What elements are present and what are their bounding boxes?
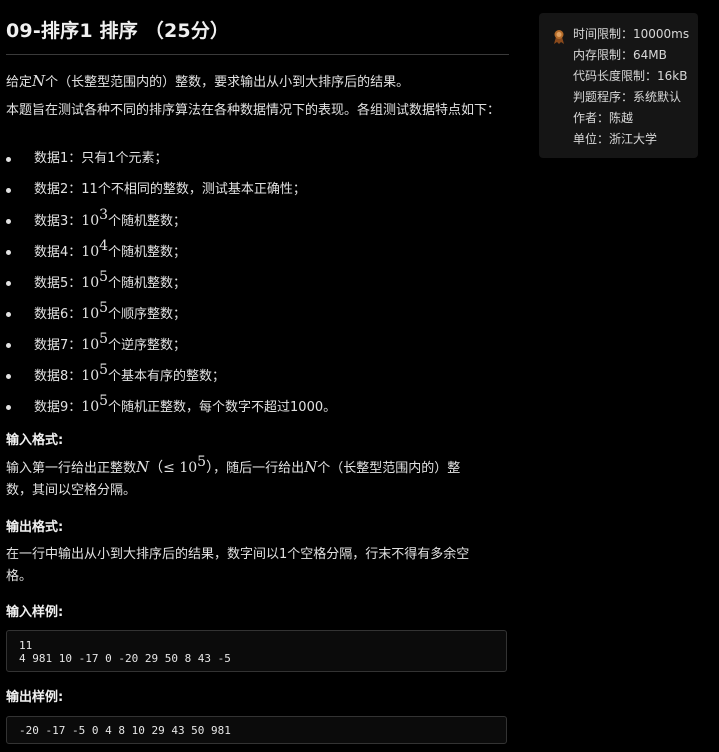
input-format-condition-end: ）	[206, 460, 214, 476]
case-base: 10	[81, 244, 100, 260]
case-text: 数据6：	[34, 307, 82, 322]
description-paragraph: 本题旨在测试各种不同的排序算法在各种数据情况下的表现。各组测试数据特点如下：	[6, 103, 501, 118]
limits-panel: 时间限制：10000ms 内存限制：64MB 代码长度限制：16kB 判题程序：…	[539, 13, 698, 158]
case-text: 数据1：只有1个元素；	[34, 151, 168, 166]
case-base: 10	[81, 275, 100, 291]
time-limit: 时间限制：10000ms	[573, 27, 690, 41]
list-item: 数据6：105个顺序整数；	[6, 301, 509, 335]
case-suffix: 个随机整数；	[108, 214, 187, 229]
sample-input-line: 11	[19, 639, 33, 652]
bullet-icon	[6, 250, 11, 255]
list-item: 数据9：105个随机正整数，每个数字不超过1000。	[6, 394, 509, 428]
test-case-list: 数据1：只有1个元素； 数据2：11个不相同的整数，测试基本正确性； 数据3：1…	[6, 149, 509, 428]
case-text: 数据4：	[34, 245, 82, 260]
memory-limit: 内存限制：64MB	[573, 48, 667, 62]
sample-output-box[interactable]: -20 -17 -5 0 4 8 10 29 43 50 981	[6, 716, 507, 744]
title-divider	[6, 54, 509, 55]
case-suffix: 个随机整数；	[108, 245, 187, 260]
code-length-limit: 代码长度限制：16kB	[573, 69, 688, 83]
bullet-icon	[6, 188, 11, 193]
case-text: 数据7：	[34, 338, 82, 353]
organization: 单位：浙江大学	[573, 132, 658, 146]
bullet-icon	[6, 312, 11, 317]
input-format-text: 个（长整型范围内的）整	[317, 461, 461, 476]
sample-input-box[interactable]: 11 4 981 10 -17 0 -20 29 50 8 43 -5	[6, 630, 507, 672]
list-item: 数据8：105个基本有序的整数；	[6, 363, 509, 397]
case-base: 10	[81, 368, 100, 384]
sample-output-heading: 输出样例:	[6, 690, 64, 705]
case-base: 10	[81, 337, 100, 353]
intro-after: 个（长整型范围内的）整数，要求输出从小到大排序后的结果。	[45, 75, 410, 90]
list-item: 数据7：105个逆序整数；	[6, 332, 509, 366]
output-format-heading: 输出格式:	[6, 520, 64, 535]
case-suffix: 个随机整数；	[108, 276, 187, 291]
output-format-line2: 格。	[6, 569, 33, 584]
input-format-var: N	[136, 458, 150, 476]
sample-input-heading: 输入样例:	[6, 605, 64, 620]
list-item: 数据2：11个不相同的整数，测试基本正确性；	[6, 180, 509, 211]
case-exp: 5	[99, 331, 109, 347]
list-item: 数据3：103个随机整数；	[6, 208, 509, 242]
sample-output-line: -20 -17 -5 0 4 8 10 29 43 50 981	[19, 724, 231, 737]
bullet-icon	[6, 219, 11, 224]
intro-paragraph: 给定N个（长整型范围内的）整数，要求输出从小到大排序后的结果。	[6, 71, 509, 93]
case-suffix: 个随机正整数，每个数字不超过1000。	[108, 400, 337, 415]
case-exp: 5	[99, 300, 109, 316]
case-suffix: 个顺序整数；	[108, 307, 187, 322]
case-text: 数据9：	[34, 400, 82, 415]
bullet-icon	[6, 343, 11, 348]
case-base: 10	[81, 213, 100, 229]
intro-before: 给定	[6, 75, 33, 90]
case-text: 数据3：	[34, 214, 82, 229]
input-format-text: 输入第一行给出正整数	[6, 461, 137, 476]
case-exp: 5	[99, 362, 109, 378]
case-base: 10	[81, 399, 100, 415]
sample-input-line: 4 981 10 -17 0 -20 29 50 8 43 -5	[19, 652, 231, 665]
input-format-line1: 输入第一行给出正整数N（≤ 105），随后一行给出N个（长整型范围内的）整	[6, 454, 509, 479]
input-format-var: N	[304, 458, 318, 476]
list-item: 数据1：只有1个元素；	[6, 149, 509, 180]
bullet-icon	[6, 374, 11, 379]
input-format-text: ，随后一行给出	[213, 461, 305, 476]
problem-title: 09-排序1 排序 （25分）	[6, 20, 230, 42]
case-exp: 5	[99, 393, 109, 409]
intro-var: N	[32, 72, 46, 90]
judge-program: 判题程序：系统默认	[573, 90, 682, 104]
input-format-exp: 5	[197, 454, 207, 470]
bullet-icon	[6, 405, 11, 410]
case-base: 10	[81, 306, 100, 322]
author: 作者：陈越	[573, 111, 634, 125]
bullet-icon	[6, 281, 11, 286]
award-ribbon-icon	[554, 30, 564, 44]
limits-list: 时间限制：10000ms 内存限制：64MB 代码长度限制：16kB 判题程序：…	[573, 24, 689, 150]
case-text: 数据2：11个不相同的整数，测试基本正确性；	[34, 182, 306, 197]
output-format-line1: 在一行中输出从小到大排序后的结果，数字间以1个空格分隔，行末不得有多余空	[6, 547, 470, 562]
case-exp: 3	[99, 207, 109, 223]
input-format-heading: 输入格式:	[6, 433, 64, 448]
input-format-line2: 数，其间以空格分隔。	[6, 483, 137, 498]
bullet-icon	[6, 157, 11, 162]
case-text: 数据8：	[34, 369, 82, 384]
input-format-condition: （≤ 10	[149, 460, 198, 476]
case-exp: 4	[99, 238, 109, 254]
list-item: 数据5：105个随机整数；	[6, 270, 509, 304]
case-text: 数据5：	[34, 276, 82, 291]
case-exp: 5	[99, 269, 109, 285]
case-suffix: 个基本有序的整数；	[108, 369, 226, 384]
list-item: 数据4：104个随机整数；	[6, 239, 509, 273]
case-suffix: 个逆序整数；	[108, 338, 187, 353]
